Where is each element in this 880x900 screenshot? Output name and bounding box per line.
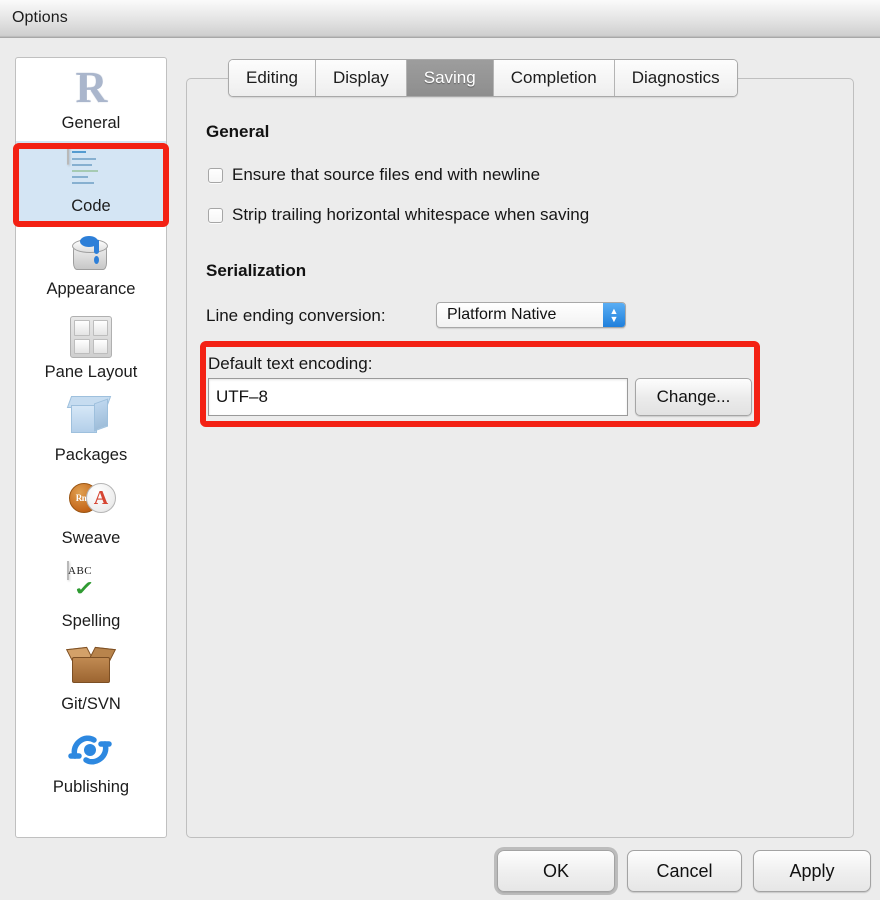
default-text-encoding-input[interactable]: UTF–8 xyxy=(208,378,628,416)
sidebar-item-label-packages: Packages xyxy=(54,446,128,464)
saving-panel-content: General Ensure that source files end wit… xyxy=(186,78,854,838)
checkbox-row-ensure-newline[interactable]: Ensure that source files end with newlin… xyxy=(208,165,540,185)
sidebar-item-pane-layout[interactable]: Pane Layout xyxy=(16,307,166,390)
sidebar-item-label-sweave: Sweave xyxy=(61,529,121,547)
chevron-updown-icon[interactable]: ▲ ▼ xyxy=(603,303,625,327)
options-dialog: Options R General Code Appearance Pane L… xyxy=(0,0,880,900)
sidebar-item-sweave[interactable]: Rnw A Sweave xyxy=(16,473,166,556)
sidebar-item-label-appearance: Appearance xyxy=(46,280,136,298)
general-section-heading: General xyxy=(206,122,270,141)
sidebar-item-label-git-svn: Git/SVN xyxy=(61,695,121,713)
abc-checkmark-icon: ABC ✓ xyxy=(67,561,115,610)
sidebar-item-label-publishing: Publishing xyxy=(52,778,130,796)
sidebar-item-label-spelling: Spelling xyxy=(61,612,121,630)
line-ending-conversion-label: Line ending conversion: xyxy=(206,306,386,325)
sidebar-item-packages[interactable]: Packages xyxy=(16,390,166,473)
spelling-check-glyph: ✓ xyxy=(73,578,96,600)
apply-button[interactable]: Apply xyxy=(753,850,871,892)
window-title: Options xyxy=(12,9,68,26)
default-text-encoding-label: Default text encoding: xyxy=(208,354,373,373)
publish-swirl-icon xyxy=(67,728,115,776)
line-ending-conversion-value: Platform Native xyxy=(447,306,557,323)
ok-button[interactable]: OK xyxy=(497,850,615,892)
sidebar-item-label-code: Code xyxy=(71,197,111,215)
options-category-sidebar[interactable]: R General Code Appearance Pane Layout Pa… xyxy=(15,57,167,838)
sweave-rnw-pdf-icon: Rnw A xyxy=(67,479,116,527)
r-logo-icon: R xyxy=(75,63,108,112)
package-cube-icon xyxy=(66,396,115,444)
checkbox-ensure-newline[interactable] xyxy=(208,167,223,183)
checkbox-row-strip-whitespace[interactable]: Strip trailing horizontal whitespace whe… xyxy=(208,205,589,225)
sidebar-item-label-general: General xyxy=(61,114,121,132)
checkbox-label-ensure-newline: Ensure that source files end with newlin… xyxy=(232,165,541,184)
checkbox-strip-whitespace[interactable] xyxy=(208,207,223,223)
line-ending-conversion-select[interactable]: Platform Native ▲ ▼ xyxy=(436,302,626,328)
sidebar-item-code[interactable]: Code xyxy=(16,141,166,224)
cardboard-box-icon xyxy=(65,645,117,693)
pane-grid-icon xyxy=(67,313,115,361)
sidebar-item-publishing[interactable]: Publishing xyxy=(16,722,166,805)
sidebar-item-general[interactable]: R General xyxy=(16,58,166,141)
sidebar-item-appearance[interactable]: Appearance xyxy=(16,224,166,307)
sidebar-item-label-pane-layout: Pane Layout xyxy=(44,363,138,381)
code-document-icon xyxy=(67,146,115,195)
paint-bucket-icon xyxy=(67,230,115,278)
sidebar-item-git-svn[interactable]: Git/SVN xyxy=(16,639,166,722)
checkbox-label-strip-whitespace: Strip trailing horizontal whitespace whe… xyxy=(232,205,590,224)
serialization-section-heading: Serialization xyxy=(206,261,307,280)
change-encoding-button[interactable]: Change... xyxy=(635,378,752,416)
sidebar-item-spelling[interactable]: ABC ✓ Spelling xyxy=(16,556,166,639)
cancel-button[interactable]: Cancel xyxy=(627,850,742,892)
title-bar: Options xyxy=(0,0,880,38)
